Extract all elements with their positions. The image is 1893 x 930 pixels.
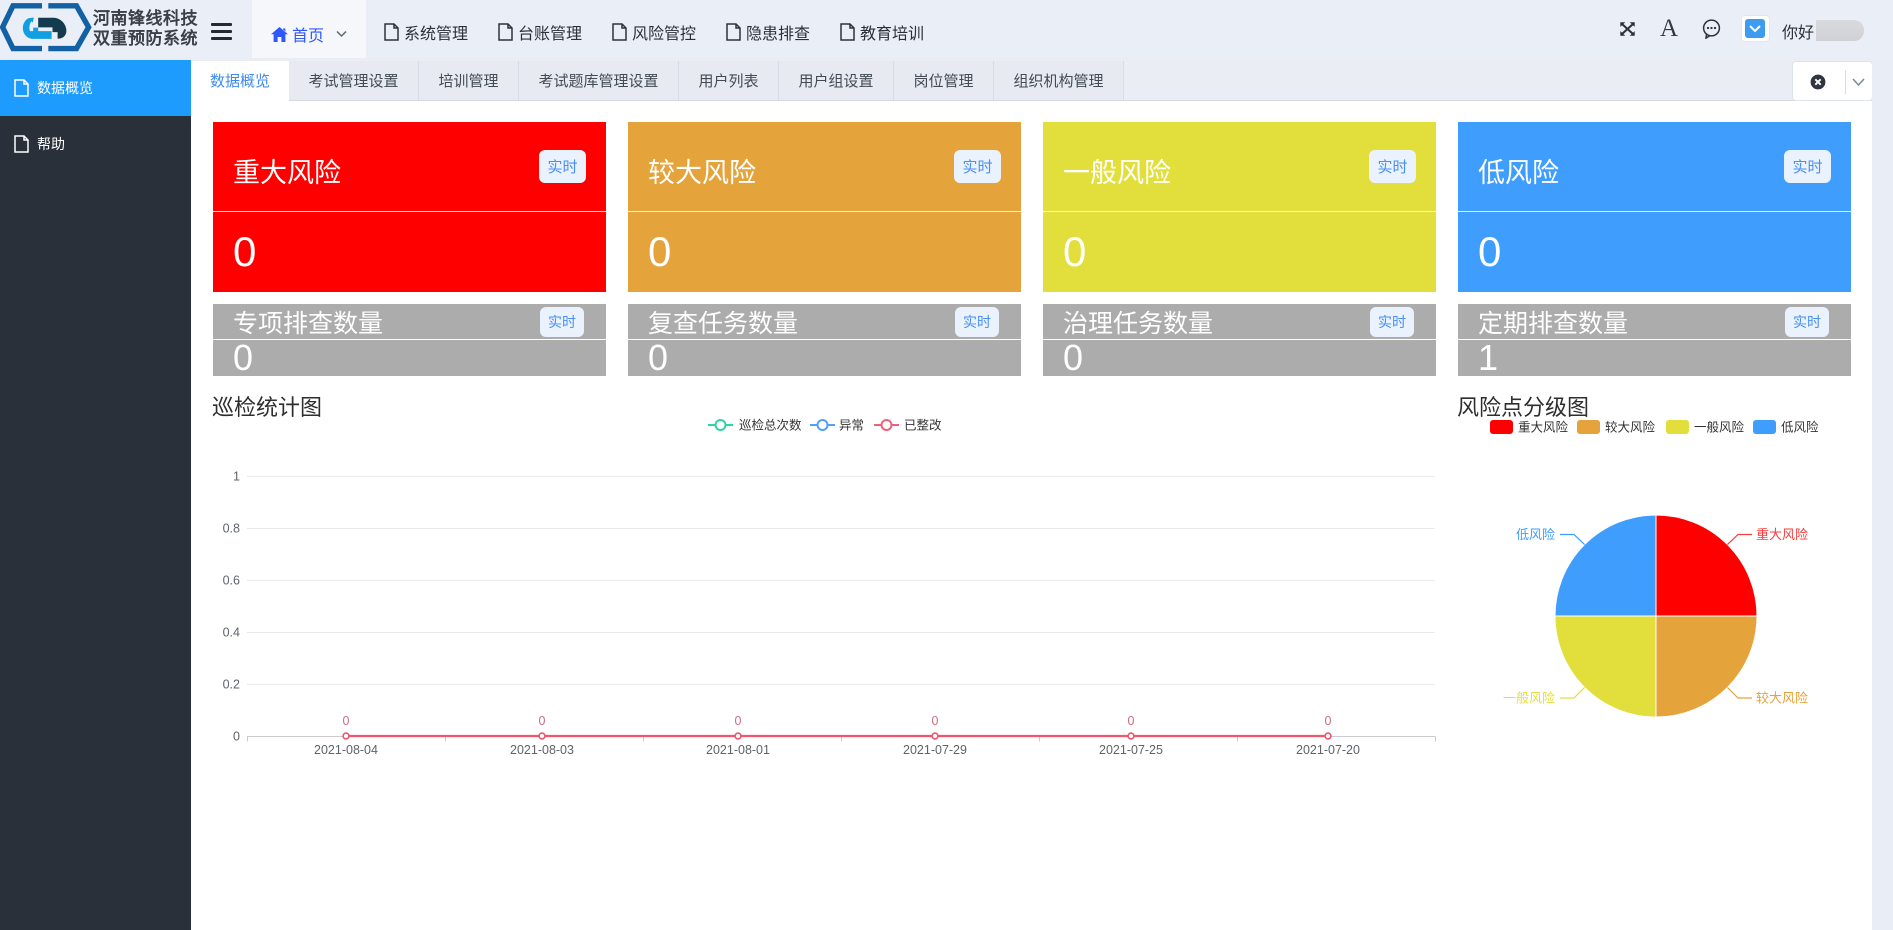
svg-text:0.2: 0.2 — [223, 678, 240, 692]
svg-text:0: 0 — [343, 714, 350, 728]
svg-text:低风险: 低风险 — [1516, 527, 1555, 542]
svg-text:巡检总次数: 巡检总次数 — [739, 418, 802, 433]
svg-text:较大风险: 较大风险 — [1605, 420, 1656, 435]
svg-text:1: 1 — [233, 470, 240, 484]
svg-text:0: 0 — [735, 714, 742, 728]
svg-text:低风险: 低风险 — [1781, 420, 1819, 435]
svg-text:0: 0 — [932, 714, 939, 728]
svg-text:0: 0 — [233, 730, 240, 744]
svg-text:2021-08-04: 2021-08-04 — [314, 743, 378, 757]
svg-text:已整改: 已整改 — [904, 418, 942, 433]
svg-text:重大风险: 重大风险 — [1518, 420, 1569, 435]
svg-text:0.8: 0.8 — [223, 522, 240, 536]
svg-text:一般风险: 一般风险 — [1503, 691, 1555, 706]
svg-text:0.6: 0.6 — [223, 574, 240, 588]
svg-text:2021-08-03: 2021-08-03 — [510, 743, 574, 757]
svg-text:2021-07-29: 2021-07-29 — [903, 743, 967, 757]
svg-text:0: 0 — [1325, 714, 1332, 728]
svg-text:2021-07-25: 2021-07-25 — [1099, 743, 1163, 757]
svg-text:2021-07-20: 2021-07-20 — [1296, 743, 1360, 757]
svg-text:重大风险: 重大风险 — [1756, 527, 1808, 542]
svg-text:2021-08-01: 2021-08-01 — [706, 743, 770, 757]
svg-text:异常: 异常 — [839, 419, 864, 433]
svg-text:一般风险: 一般风险 — [1694, 420, 1745, 435]
svg-text:0.4: 0.4 — [223, 626, 240, 640]
svg-text:0: 0 — [539, 714, 546, 728]
svg-text:较大风险: 较大风险 — [1756, 691, 1808, 706]
svg-text:0: 0 — [1128, 714, 1135, 728]
